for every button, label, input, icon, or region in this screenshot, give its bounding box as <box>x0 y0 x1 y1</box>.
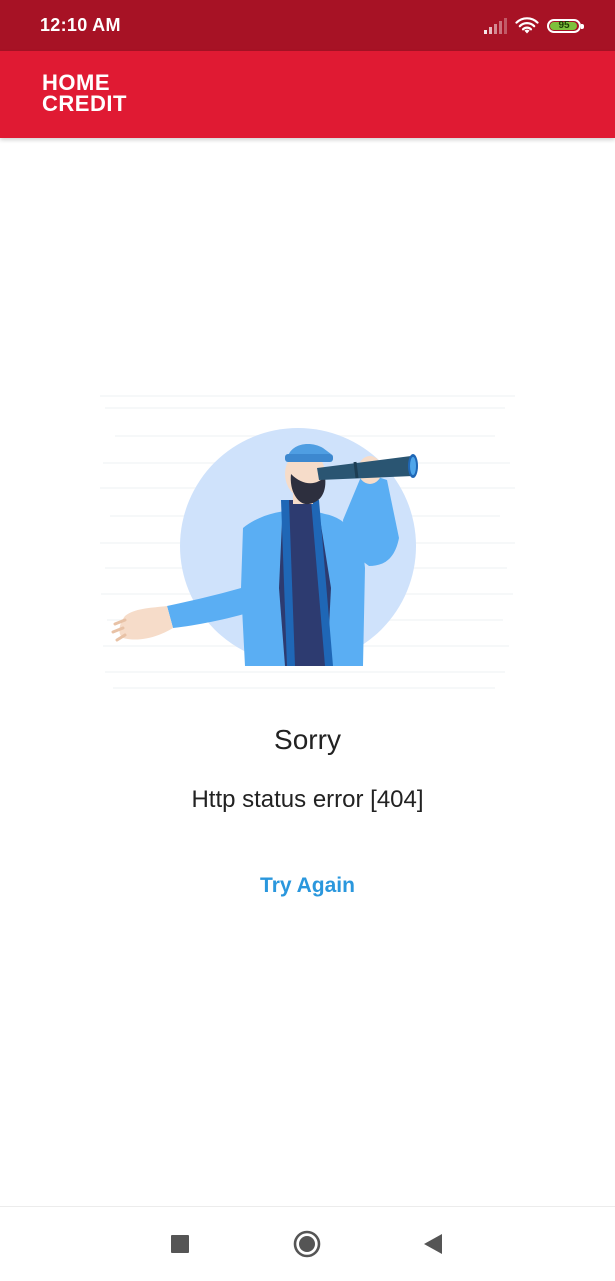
try-again-button[interactable]: Try Again <box>240 866 375 906</box>
home-credit-logo: HOME CREDIT <box>42 70 127 116</box>
status-bar: 12:10 AM 95 <box>0 0 615 51</box>
error-message: Http status error [404] <box>191 786 424 813</box>
status-icons: 95 <box>483 14 584 38</box>
back-button[interactable] <box>423 1233 443 1255</box>
battery-level: 95 <box>558 20 570 31</box>
signal-icon <box>484 18 507 34</box>
recents-button[interactable] <box>171 1235 189 1253</box>
wifi-icon <box>515 17 539 34</box>
home-button[interactable] <box>293 1230 321 1258</box>
navigation-bar <box>0 1206 615 1281</box>
logo-line-1: HOME <box>42 70 110 95</box>
person-with-telescope-illustration <box>100 395 515 689</box>
status-time: 12:10 AM <box>40 15 121 35</box>
app-bar: HOME CREDIT <box>0 51 615 138</box>
error-title: Sorry <box>274 724 341 755</box>
logo-line-2: CREDIT <box>42 91 127 116</box>
battery-tip <box>581 24 584 29</box>
battery-icon: 95 <box>547 19 584 33</box>
